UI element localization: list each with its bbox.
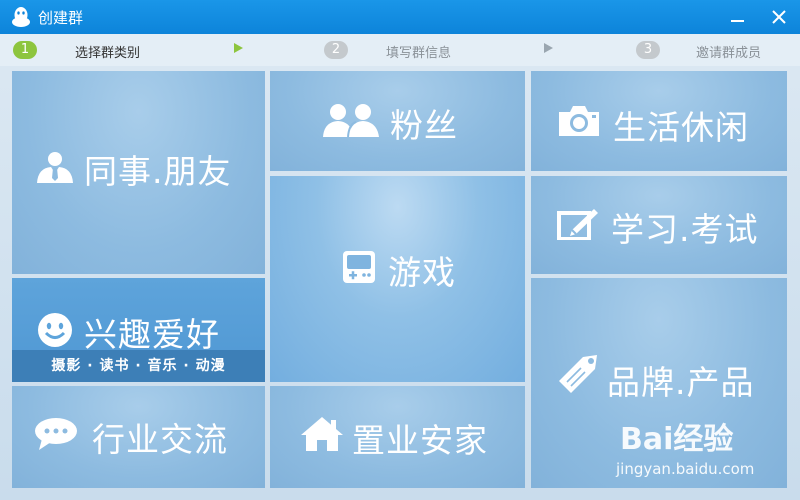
tile-label: 游戏 bbox=[388, 253, 456, 292]
edit-document-icon bbox=[557, 209, 598, 240]
tile-label: 品牌.产品 bbox=[607, 363, 755, 402]
qq-penguin-icon bbox=[12, 7, 30, 27]
camera-icon bbox=[559, 106, 599, 136]
close-icon bbox=[772, 10, 786, 24]
hobby-subcategories: 摄影 · 读书 · 音乐 · 动漫 bbox=[12, 350, 265, 382]
create-group-window: 创建群 1 选择群类别 2 填写群信息 3 邀请群成员 同事.朋友 兴趣爱好 摄… bbox=[0, 0, 800, 500]
watermark-logo-text: Bai经验 bbox=[620, 422, 734, 457]
step-arrow-icon bbox=[234, 43, 243, 53]
step-indicator: 1 选择群类别 2 填写群信息 3 邀请群成员 bbox=[0, 34, 800, 66]
tile-label: 兴趣爱好 bbox=[84, 315, 220, 354]
tile-label: 生活休闲 bbox=[613, 108, 749, 147]
smiley-icon bbox=[38, 313, 72, 347]
step-2-number: 2 bbox=[324, 41, 348, 59]
tag-icon bbox=[559, 355, 597, 393]
step-3-number: 3 bbox=[636, 41, 660, 59]
tile-label: 同事.朋友 bbox=[84, 152, 232, 191]
game-console-icon bbox=[343, 251, 375, 283]
step-1-label: 选择群类别 bbox=[75, 46, 141, 61]
step-2-label: 填写群信息 bbox=[386, 46, 452, 61]
tile-hobbies[interactable]: 兴趣爱好 摄影 · 读书 · 音乐 · 动漫 bbox=[12, 278, 265, 382]
tile-fans[interactable]: 粉丝 bbox=[270, 71, 525, 171]
tile-label: 行业交流 bbox=[92, 420, 228, 459]
tile-label: 粉丝 bbox=[390, 106, 458, 145]
house-icon bbox=[301, 417, 343, 451]
window-title: 创建群 bbox=[38, 9, 84, 27]
step-3-label: 邀请群成员 bbox=[696, 46, 762, 61]
tile-colleagues-friends[interactable]: 同事.朋友 bbox=[12, 71, 265, 274]
tile-study-exam[interactable]: 学习.考试 bbox=[531, 176, 787, 274]
close-button[interactable] bbox=[762, 2, 796, 32]
tile-label: 学习.考试 bbox=[611, 210, 759, 249]
tile-label: 置业安家 bbox=[352, 421, 488, 460]
step-arrow-icon bbox=[544, 43, 553, 53]
baidu-jingyan-watermark: Bai经验 jingyan.baidu.com bbox=[612, 410, 772, 490]
minimize-button[interactable] bbox=[722, 4, 752, 30]
step-1-number: 1 bbox=[13, 41, 37, 59]
title-bar: 创建群 bbox=[0, 0, 800, 34]
users-icon bbox=[323, 104, 379, 137]
watermark-url: jingyan.baidu.com bbox=[616, 460, 755, 478]
tile-lifestyle[interactable]: 生活休闲 bbox=[531, 71, 787, 171]
tile-home-buying[interactable]: 置业安家 bbox=[270, 386, 525, 488]
chat-bubble-icon bbox=[35, 418, 77, 450]
tile-industry-exchange[interactable]: 行业交流 bbox=[12, 386, 265, 488]
person-tie-icon bbox=[37, 152, 73, 183]
tile-games[interactable]: 游戏 bbox=[270, 176, 525, 382]
